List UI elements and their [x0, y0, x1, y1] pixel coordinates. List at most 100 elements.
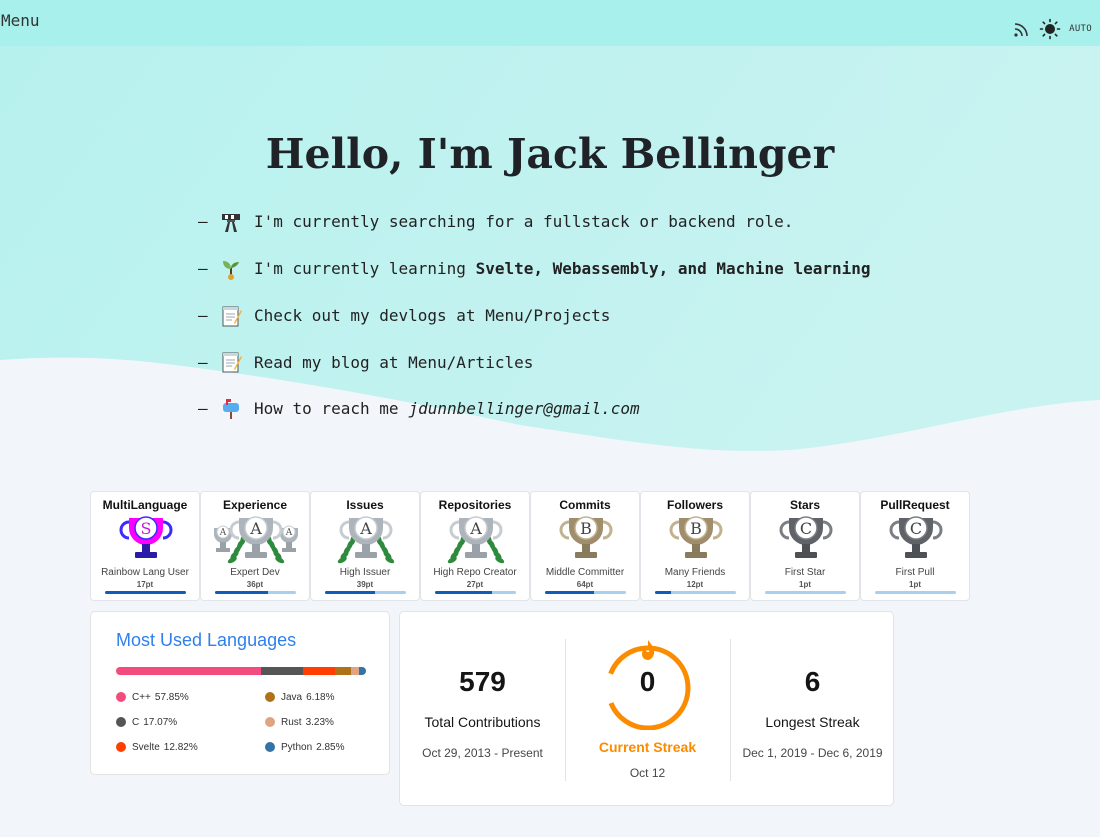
trophy-points: 27pt: [466, 580, 484, 589]
languages-title: Most Used Languages: [116, 630, 297, 650]
current-streak-label: Current Streak: [598, 739, 697, 755]
trophy-points: 17pt: [136, 580, 154, 589]
language-legend-item: Rust 3.23%: [265, 715, 375, 729]
trophy-icon: C: [751, 514, 859, 566]
trophy-title: High Repo Creator: [433, 567, 517, 578]
memo-icon: [220, 305, 242, 327]
trophy-progress-fill: [325, 591, 376, 594]
language-bar-segment: [335, 667, 351, 675]
language-percent: 6.18%: [306, 691, 335, 703]
top-bar: Menu AUTO: [0, 0, 1100, 46]
longest-streak-range: Dec 1, 2019 - Dec 6, 2019: [742, 746, 883, 760]
mailbox-icon: [220, 398, 242, 420]
trophy-title: Expert Dev: [230, 567, 280, 578]
svg-text:A: A: [249, 519, 262, 538]
streak-card: 579 Total Contributions Oct 29, 2013 - P…: [399, 611, 894, 806]
language-name: Python: [281, 741, 313, 753]
bio-line-contact: – How to reach me jdunnbellinger@gmail.c…: [198, 385, 871, 432]
trophy-icon: S: [91, 514, 199, 566]
trophy-title: Rainbow Lang User: [101, 567, 189, 578]
trophy-progress-bar: [105, 591, 186, 594]
trophy-category: Repositories: [438, 498, 512, 512]
trophy-category: Commits: [559, 498, 611, 512]
language-percent: 12.82%: [163, 741, 198, 753]
total-contributions-range: Oct 29, 2013 - Present: [422, 746, 543, 760]
construction-sign-icon: [220, 211, 242, 233]
bio-list: – I'm currently searching for a fullstac…: [198, 198, 871, 432]
page-title: Hello, I'm Jack Bellinger: [265, 130, 835, 178]
bio-text: How to reach me: [254, 399, 399, 418]
rss-icon[interactable]: [1013, 20, 1031, 38]
trophy-icon: A: [311, 514, 419, 566]
language-bar-segment: [260, 667, 304, 675]
language-color-dot: [116, 742, 126, 752]
language-percent: 3.23%: [305, 716, 334, 728]
theme-mode-label[interactable]: AUTO: [1069, 24, 1092, 34]
language-color-dot: [265, 692, 275, 702]
trophy-points: 39pt: [356, 580, 374, 589]
trophy-card-commits: Commits B Middle Committer 64pt: [530, 491, 640, 601]
language-name: Java: [281, 691, 303, 703]
trophy-points: 12pt: [686, 580, 704, 589]
trophy-progress-fill: [545, 591, 594, 594]
language-color-dot: [116, 717, 126, 727]
current-streak-date: Oct 12: [629, 766, 666, 780]
bio-line-learning: – I'm currently learning Svelte, Webasse…: [198, 245, 871, 292]
trophy-icon: C: [861, 514, 969, 566]
svg-text:B: B: [580, 519, 592, 538]
svg-text:A: A: [469, 519, 482, 538]
trophy-category: Followers: [666, 498, 723, 512]
trophy-title: High Issuer: [339, 567, 391, 578]
bullet-dash: –: [198, 352, 208, 372]
total-contributions-value: 579: [459, 666, 506, 697]
current-streak-value: 0: [639, 666, 656, 697]
svg-text:C: C: [910, 519, 922, 538]
trophy-points: 36pt: [246, 580, 264, 589]
svg-text:C: C: [800, 519, 812, 538]
trophy-card-issues: Issues A High Issuer 39pt: [310, 491, 420, 601]
trophy-row: MultiLanguage S Rainbow Lang User 17pt Exper…: [90, 491, 970, 601]
language-percent: 2.85%: [316, 741, 345, 753]
trophy-progress-bar: [325, 591, 406, 594]
bio-line-devlogs: – Check out my devlogs at Menu/Projects: [198, 292, 871, 339]
languages-card: Most Used Languages C++ 57.85% Java 6.18% C 1…: [90, 611, 390, 775]
svg-text:A: A: [285, 528, 293, 538]
trophy-category: Issues: [346, 498, 384, 512]
bio-text: Read my blog at Menu/Articles: [254, 352, 534, 372]
language-bar-segment: [358, 667, 366, 675]
trophy-category: Experience: [222, 498, 288, 512]
trophy-category: MultiLanguage: [102, 498, 188, 512]
trophy-icon: AAA: [201, 514, 309, 566]
trophy-progress-fill: [435, 591, 492, 594]
separator: [565, 639, 566, 781]
trophy-category: Stars: [789, 498, 821, 512]
menu-button[interactable]: Menu: [1, 11, 40, 30]
trophy-title: Many Friends: [664, 567, 726, 578]
trophy-progress-fill: [655, 591, 672, 594]
sun-icon[interactable]: [1039, 18, 1061, 40]
bio-text: I'm currently searching for a fullstack …: [254, 212, 794, 231]
trophy-icon: B: [531, 514, 639, 566]
language-legend-item: Python 2.85%: [265, 740, 375, 754]
svg-text:A: A: [359, 519, 372, 538]
bio-line-blog: – Read my blog at Menu/Articles: [198, 339, 871, 385]
language-percent: 57.85%: [154, 691, 189, 703]
language-color-dot: [265, 717, 275, 727]
trophy-icon: A: [421, 514, 529, 566]
trophy-points: 1pt: [799, 580, 811, 589]
trophy-progress-fill: [215, 591, 268, 594]
language-legend-item: C++ 57.85%: [116, 690, 265, 704]
svg-text:A: A: [219, 528, 227, 538]
longest-streak-value: 6: [804, 666, 821, 697]
trophy-card-stars: Stars C First Star 1pt: [750, 491, 860, 601]
bullet-dash: –: [198, 306, 208, 325]
language-name: C++: [132, 691, 151, 703]
bullet-dash: –: [198, 259, 208, 278]
trophy-progress-bar: [435, 591, 516, 594]
language-bar-segment: [303, 667, 336, 675]
svg-text:B: B: [690, 519, 702, 538]
trophy-card-experience: Experience A A A Expert Dev 36pt: [200, 491, 310, 601]
email-link[interactable]: jdunnbellinger@gmail.com: [409, 399, 640, 418]
memo-icon: [220, 351, 242, 373]
trophy-card-repositories: Repositories A High Repo Creator 27pt: [420, 491, 530, 601]
